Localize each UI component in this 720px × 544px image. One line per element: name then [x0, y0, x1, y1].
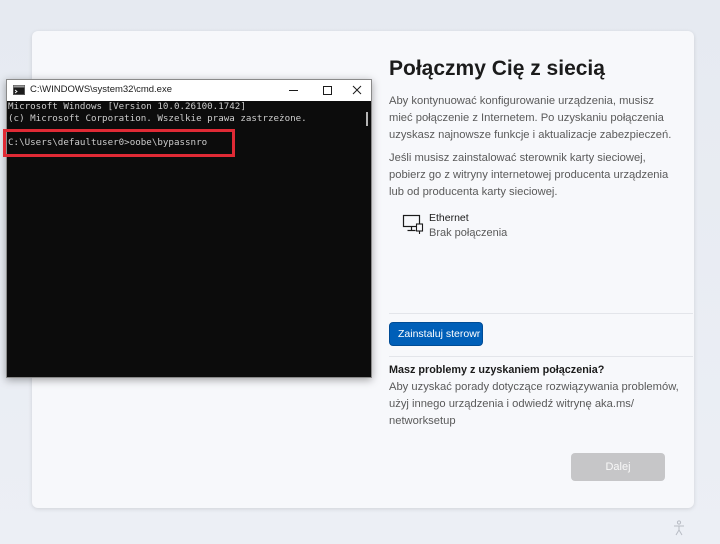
minimize-icon[interactable] — [279, 80, 309, 101]
cmd-window[interactable]: C:\WINDOWS\system32\cmd.exe Microsoft Wi… — [6, 79, 372, 378]
next-button[interactable]: Dalej — [571, 453, 665, 481]
accessibility-icon[interactable] — [672, 520, 686, 536]
divider — [389, 356, 693, 357]
close-icon[interactable] — [343, 80, 373, 101]
help-title: Masz problemy z uzyskaniem połączenia? — [389, 364, 605, 376]
driver-paragraph: Jeśli musisz zainstalować sterownik kart… — [389, 152, 669, 198]
network-name: Ethernet — [429, 212, 469, 224]
intro-paragraph: Aby kontynuować konfigurowanie urządzeni… — [389, 95, 672, 141]
network-status: Brak połączenia — [429, 227, 508, 239]
cmd-title: C:\WINDOWS\system32\cmd.exe — [30, 84, 172, 95]
cmd-app-icon — [13, 85, 25, 95]
scrollbar-thumb[interactable] — [366, 112, 368, 126]
install-driver-button[interactable]: Zainstaluj sterowr — [389, 322, 483, 346]
console-line: (c) Microsoft Corporation. Wszelkie praw… — [8, 113, 307, 124]
ethernet-monitor-icon — [402, 214, 424, 234]
ethernet-network-item[interactable]: Ethernet Brak połączenia — [402, 210, 602, 242]
console-line: Microsoft Windows [Version 10.0.26100.17… — [8, 101, 246, 112]
console-command-line: C:\Users\defaultuser0>oobe\bypassnro — [8, 137, 208, 148]
page-title: Połączmy Cię z siecią — [389, 57, 605, 80]
cmd-console[interactable]: Microsoft Windows [Version 10.0.26100.17… — [7, 101, 371, 377]
help-text: Aby uzyskać porady dotyczące rozwiązywan… — [389, 381, 679, 427]
divider — [389, 313, 693, 314]
cmd-titlebar[interactable]: C:\WINDOWS\system32\cmd.exe — [7, 80, 371, 101]
